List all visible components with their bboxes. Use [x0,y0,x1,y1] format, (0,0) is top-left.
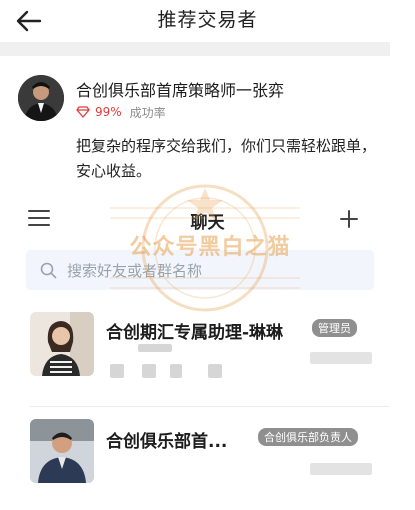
success-rate-row: 99% 成功率 [76,103,166,121]
status-badge: 合创俱乐部负责人 [258,428,358,446]
diamond-icon [76,106,90,118]
contact-name: 合创俱乐部首... [106,432,228,452]
contact-name: 合创期汇专属助理-琳琳 [106,323,284,343]
search-input[interactable]: 搜索好友或者群名称 [26,250,374,290]
redacted-block [310,463,372,475]
top-bar: 推荐交易者 [0,0,415,40]
trader-avatar[interactable] [18,75,64,121]
redacted-block [138,344,172,352]
redacted-block [208,364,222,378]
avatar [30,419,94,483]
watermark-stamp [110,184,300,312]
section-divider [0,42,390,56]
search-icon [40,262,57,278]
trader-description: 把复杂的程序交给我们，你们只需轻松跟单，安心收益。 [76,137,377,180]
trader-name: 合创俱乐部首席策略师一张弈 [76,81,285,100]
redacted-block [310,352,372,364]
search-placeholder: 搜索好友或者群名称 [67,261,203,280]
avatar [30,312,94,376]
redacted-block [142,364,156,378]
redacted-block [170,364,182,378]
redacted-block [110,364,124,378]
list-divider [30,406,390,407]
page-title: 推荐交易者 [157,9,258,31]
list-item[interactable]: 合创俱乐部首... 合创俱乐部负责人 [0,417,415,497]
success-rate-label: 成功率 [129,105,166,120]
success-rate-value: 99% [95,105,122,119]
status-badge: 管理员 [312,319,357,337]
plus-icon[interactable] [338,208,360,230]
list-item[interactable]: 合创期汇专属助理-琳琳 管理员 [0,310,415,390]
